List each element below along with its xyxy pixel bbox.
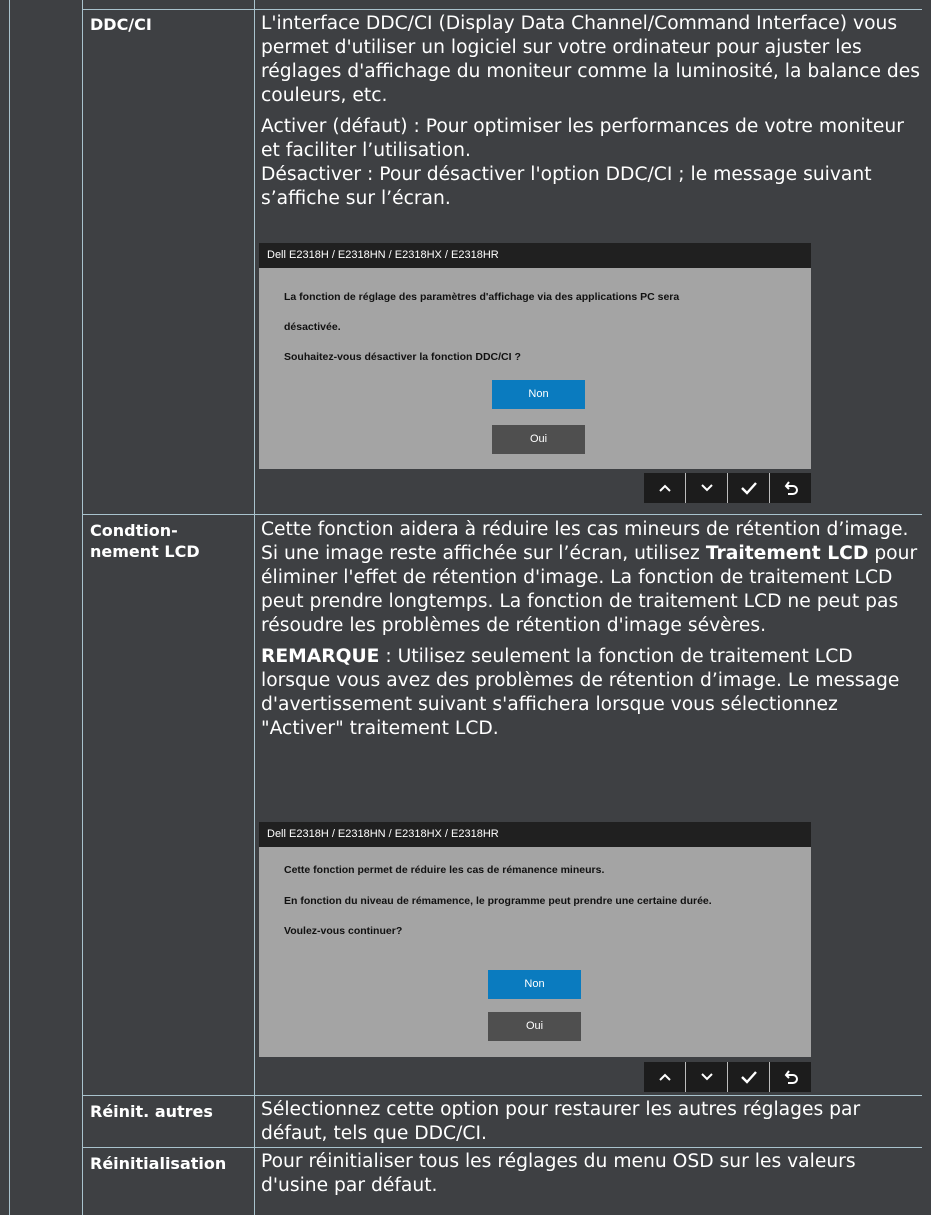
lcd-conditioning-description: Cette fonction aidera à réduire les cas …	[261, 518, 921, 741]
up-button[interactable]	[644, 473, 685, 503]
lcd-osd-dialog: Dell E2318H / E2318HN / E2318HX / E2318H…	[259, 822, 811, 1057]
chevron-down-icon	[700, 484, 713, 492]
osd-navigation-bar	[644, 473, 811, 503]
return-button[interactable]	[769, 473, 811, 503]
setting-label-reset-others: Réinit. autres	[90, 1102, 213, 1121]
setting-label-ddcci: DDC/CI	[90, 15, 152, 34]
row-divider	[82, 9, 922, 10]
up-button[interactable]	[644, 1062, 685, 1092]
chevron-up-icon	[658, 1073, 671, 1081]
osd-message-line: La fonction de réglage des paramètres d'…	[284, 291, 680, 303]
return-button[interactable]	[769, 1062, 811, 1092]
setting-label-factory-reset: Réinitialisation	[90, 1154, 227, 1173]
checkmark-icon	[740, 1071, 757, 1084]
return-icon	[784, 1070, 798, 1084]
note-label: REMARQUE	[261, 646, 380, 667]
down-button[interactable]	[685, 1062, 727, 1092]
chevron-up-icon	[658, 484, 671, 492]
oui-button[interactable]: Oui	[488, 1012, 581, 1041]
ddcci-disable-text: Désactiver : Pour désactiver l'option DD…	[261, 164, 872, 209]
ddcci-enable-text: Activer (défaut) : Pour optimiser les pe…	[261, 116, 904, 161]
confirm-button[interactable]	[727, 473, 769, 503]
non-button[interactable]: Non	[488, 970, 581, 999]
label-line: Condtion-	[90, 521, 178, 540]
osd-message-line: Cette fonction permet de réduire les cas…	[284, 864, 605, 876]
non-button[interactable]: Non	[492, 380, 585, 409]
factory-reset-description: Pour réinitialiser tous les réglages du …	[261, 1151, 856, 1196]
checkmark-icon	[740, 482, 757, 495]
label-line: nement LCD	[90, 542, 200, 561]
osd-title-bar: Dell E2318H / E2318HN / E2318HX / E2318H…	[259, 822, 811, 847]
row-divider	[82, 1095, 922, 1096]
row-divider	[82, 1147, 922, 1148]
return-icon	[784, 481, 798, 495]
setting-label-lcd-conditioning: Condtion- nement LCD	[90, 520, 250, 562]
osd-navigation-bar	[644, 1062, 811, 1092]
down-button[interactable]	[685, 473, 727, 503]
osd-title-bar: Dell E2318H / E2318HN / E2318HX / E2318H…	[259, 243, 811, 268]
osd-message-line: En fonction du niveau de rémamence, le p…	[284, 895, 712, 907]
oui-button[interactable]: Oui	[492, 425, 585, 454]
label-column-border	[82, 0, 83, 1215]
osd-message-line: désactivée.	[284, 321, 341, 333]
ddcci-intro-text: L'interface DDC/CI (Display Data Channel…	[261, 13, 920, 106]
description-column-border	[254, 0, 255, 1215]
lcd-note-text: REMARQUE : Utilisez seulement la fonctio…	[261, 645, 921, 741]
osd-message-line: Voulez-vous continuer?	[284, 925, 403, 937]
ddcci-description: L'interface DDC/CI (Display Data Channel…	[261, 12, 921, 211]
confirm-button[interactable]	[727, 1062, 769, 1092]
table-left-border	[9, 0, 10, 1215]
ddcci-osd-dialog: Dell E2318H / E2318HN / E2318HX / E2318H…	[259, 243, 811, 469]
osd-message-line: Souhaitez-vous désactiver la fonction DD…	[284, 351, 521, 363]
traitement-lcd-term: Traitement LCD	[705, 543, 869, 564]
lcd-usage-text-part: Si une image reste affichée sur l’écran,…	[261, 543, 706, 564]
lcd-usage-text: Si une image reste affichée sur l’écran,…	[261, 542, 921, 638]
row-divider	[82, 514, 922, 515]
lcd-intro-text: Cette fonction aidera à réduire les cas …	[261, 519, 909, 540]
chevron-down-icon	[700, 1073, 713, 1081]
reset-others-description: Sélectionnez cette option pour restaurer…	[261, 1099, 861, 1144]
